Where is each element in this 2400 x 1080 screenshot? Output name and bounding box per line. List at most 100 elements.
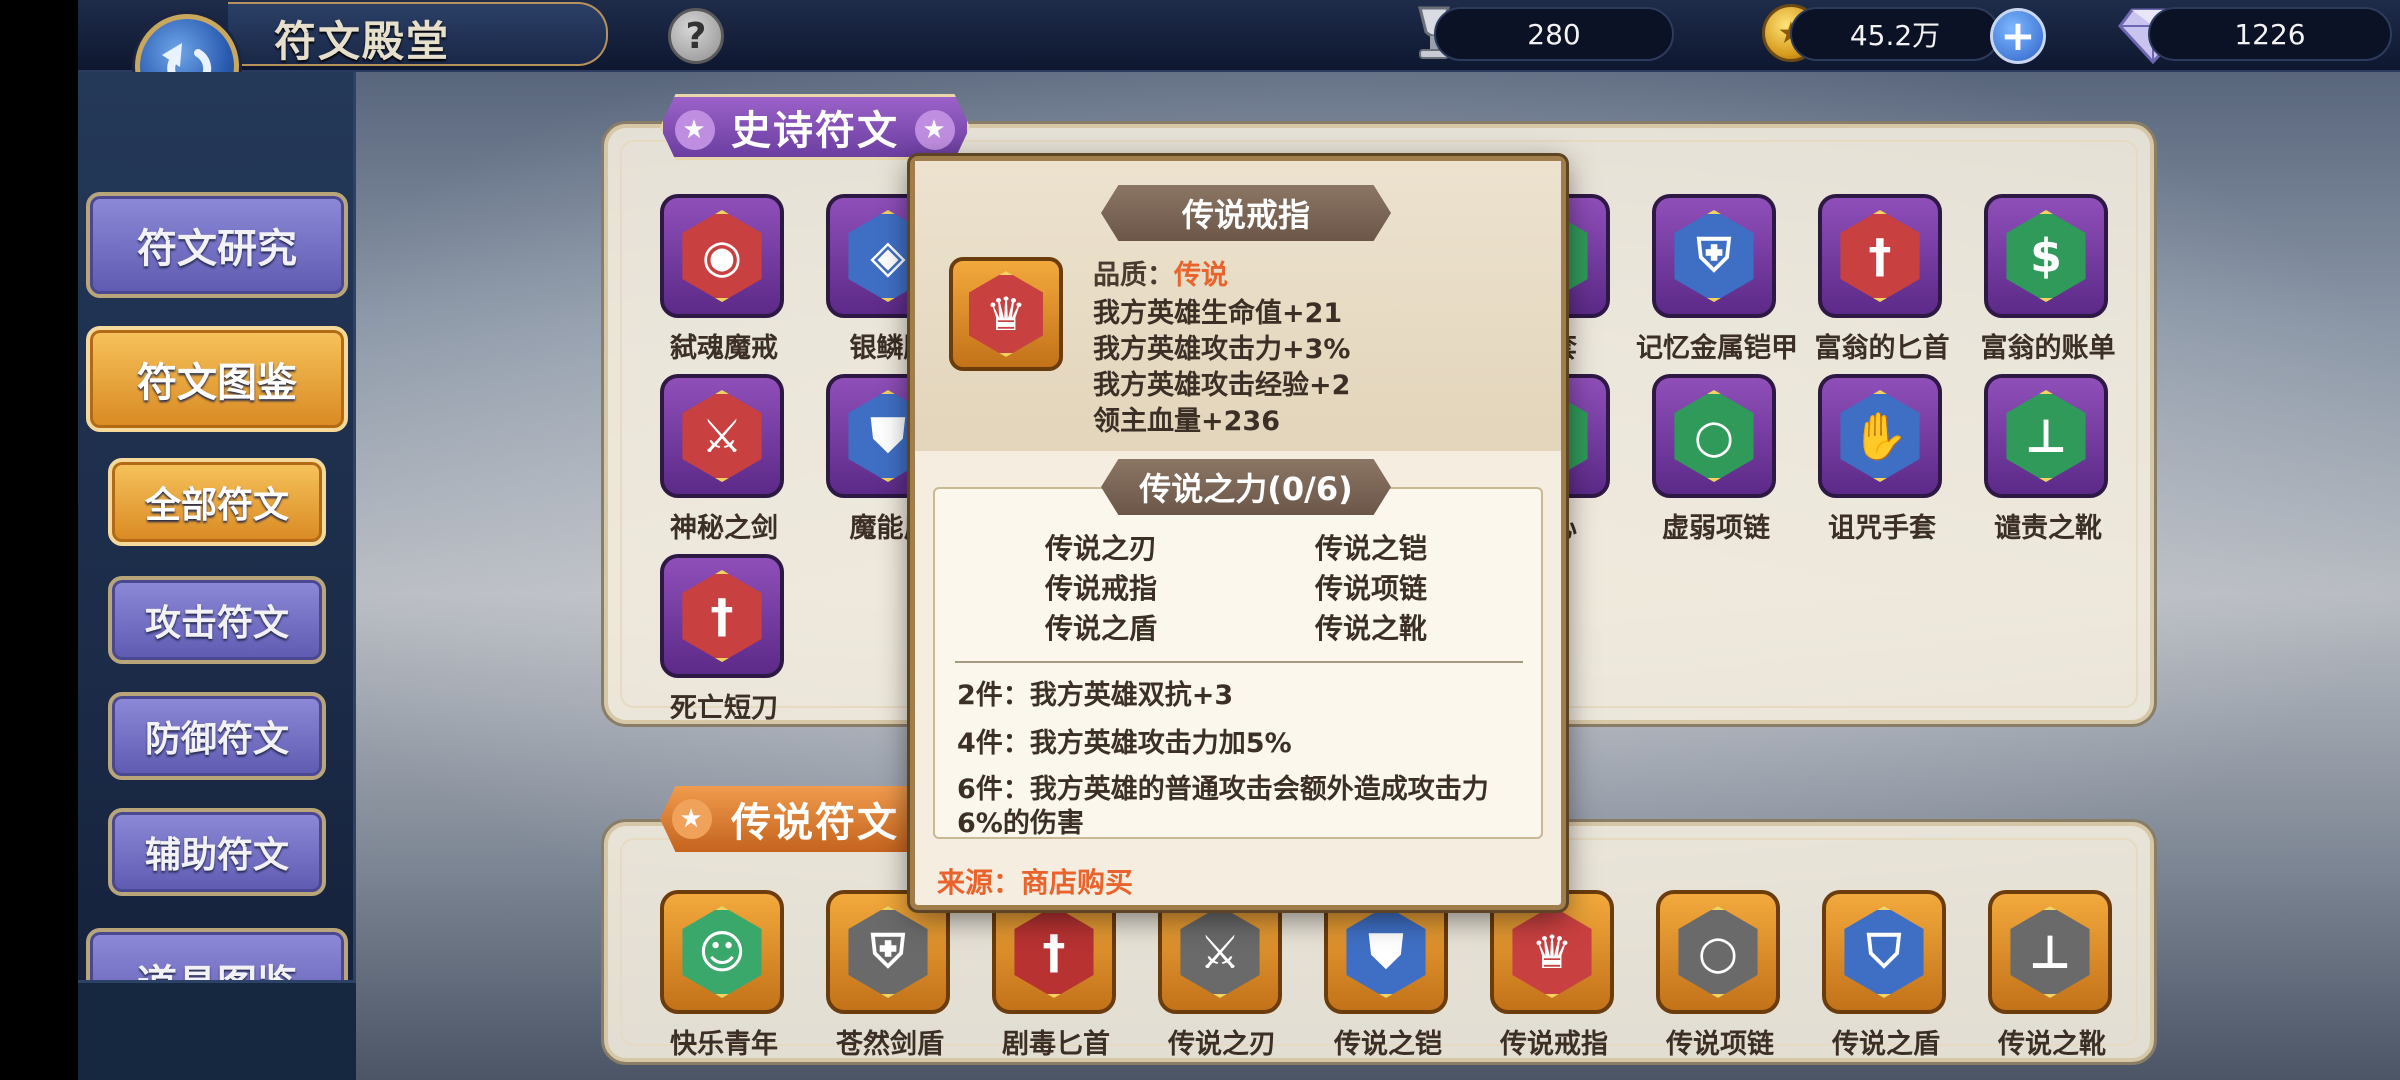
rune-cell[interactable]: ☺ 快乐青年 [644, 890, 784, 1070]
rune-icon-frame: ⊥ [1984, 374, 2108, 498]
rune-cell[interactable]: ✋ 诅咒手套 [1802, 374, 1942, 554]
rune-cell[interactable]: † 富翁的匕首 [1802, 194, 1950, 374]
game-screen: 符文殿堂 ? 280 ★ 45.2万 + 1226 [0, 0, 2400, 1080]
rune-cell[interactable]: ⛨ 记忆金属铠甲 [1636, 194, 1798, 374]
set-piece: 传说项链 [1315, 572, 1428, 605]
glove-icon: ✋ [1840, 390, 1920, 482]
set-piece: 传说之盾 [1045, 612, 1158, 645]
star-icon: ★ [915, 110, 955, 150]
set-piece: 传说戒指 [1045, 572, 1158, 605]
necklace-icon: ○ [1674, 390, 1754, 482]
gem-value: 1226 [2234, 17, 2306, 51]
left-letterbox [0, 0, 78, 1080]
rune-cell[interactable]: † 剧毒匕首 [976, 890, 1116, 1070]
sidebar-item-defense-runes[interactable]: 防御符文 [108, 692, 326, 780]
rune-label: 传说之盾 [1832, 1029, 1940, 1060]
rune-label: 传说之铠 [1334, 1029, 1442, 1060]
sidebar-footer [78, 980, 356, 1080]
rune-cell[interactable]: ⊥ 传说之靴 [1972, 890, 2112, 1070]
rune-icon-frame: $ [1984, 194, 2108, 318]
crown-ring-icon: ♛ [1512, 906, 1592, 998]
top-bar: 符文殿堂 ? 280 ★ 45.2万 + 1226 [78, 0, 2400, 72]
rune-icon-frame: ✋ [1818, 374, 1942, 498]
sidebar-item-attack-runes[interactable]: 攻击符文 [108, 576, 326, 664]
sidebar-item-support-runes[interactable]: 辅助符文 [108, 808, 326, 896]
rune-detail-tooltip: 传说戒指 ♛ 品质：传说 我方英雄生命值+21 我方英雄攻击力+3% 我方英雄攻… [910, 156, 1566, 910]
gem-counter: 1226 [2148, 7, 2392, 61]
help-button[interactable]: ? [668, 8, 724, 64]
helmet-icon: ⛨ [848, 906, 928, 998]
rune-label: 传说之靴 [1998, 1029, 2106, 1060]
star-icon: ★ [675, 110, 715, 150]
rune-cell[interactable]: ⚔ 传说之刃 [1142, 890, 1282, 1070]
sidebar: 符文研究 符文图鉴 全部符文 攻击符文 防御符文 辅助符文 道具图鉴 [78, 72, 356, 1080]
rune-label: 富翁的账单 [1980, 333, 2116, 364]
rune-label: 记忆金属铠甲 [1636, 333, 1798, 364]
set-bonus-line: 6件：我方英雄的普通攻击会额外造成攻击力6%的伤害 [957, 774, 1489, 839]
gold-counter: 45.2万 [1790, 7, 2000, 61]
set-piece: 传说之铠 [1315, 532, 1428, 565]
quality-row: 品质：传说 [1093, 253, 1228, 292]
trophy-value: 280 [1527, 17, 1581, 51]
sword-icon: ⚔ [682, 390, 762, 482]
rune-icon-frame: ◉ [660, 194, 784, 318]
gold-value: 45.2万 [1849, 19, 1941, 52]
add-gold-button[interactable]: + [1990, 8, 2046, 64]
rune-icon-frame: ⛉ [1822, 890, 1946, 1014]
epic-runes-banner: ★ 史诗符文 ★ [660, 94, 970, 160]
armor-icon: ⛊ [1346, 906, 1426, 998]
rune-label: 传说项链 [1666, 1029, 1774, 1060]
rune-label: 诅咒手套 [1828, 513, 1936, 544]
rune-label: 神秘之剑 [670, 513, 778, 544]
boot-icon: ⊥ [2010, 906, 2090, 998]
tooltip-rune-icon: ♛ [949, 257, 1063, 371]
legend-runes-title: 传说符文 [731, 800, 899, 846]
boot-icon: ⊥ [2006, 390, 2086, 482]
stat-line: 我方英雄攻击力+3% [1093, 334, 1351, 365]
rune-label: 剧毒匕首 [1002, 1029, 1110, 1060]
rune-cell[interactable]: † 死亡短刀 [644, 554, 784, 734]
rune-icon-frame: ○ [1656, 890, 1780, 1014]
page-title: 符文殿堂 [274, 17, 451, 66]
set-bonus-line: 2件：我方英雄双抗+3 [957, 680, 1234, 711]
tooltip-title: 传说戒指 [1101, 185, 1391, 241]
rune-cell[interactable]: ◉ 弑魂魔戒 [644, 194, 784, 374]
armor-icon: ⛨ [1674, 210, 1754, 302]
rune-icon-frame: † [660, 554, 784, 678]
rune-label: 苍然剑盾 [836, 1029, 944, 1060]
sidebar-item-all-runes[interactable]: 全部符文 [108, 458, 326, 546]
rune-label: 传说之刃 [1168, 1029, 1276, 1060]
stat-line: 领主血量+236 [1093, 406, 1280, 437]
rune-icon-frame: ⊥ [1988, 890, 2112, 1014]
rune-icon-frame: † [1818, 194, 1942, 318]
necklace-icon: ○ [1678, 906, 1758, 998]
rune-cell[interactable]: ⛊ 传说之铠 [1308, 890, 1448, 1070]
rune-icon-frame: ⛨ [1652, 194, 1776, 318]
set-bonus-line: 4件：我方英雄攻击力加5% [957, 728, 1292, 759]
rune-cell[interactable]: ⊥ 谴责之靴 [1968, 374, 2108, 554]
stat-line: 我方英雄生命值+21 [1093, 298, 1343, 329]
rune-label: 虚弱项链 [1662, 513, 1770, 544]
rune-label: 传说戒指 [1500, 1029, 1608, 1060]
rune-cell[interactable]: ⛨ 苍然剑盾 [810, 890, 950, 1070]
rune-cell[interactable]: $ 富翁的账单 [1968, 194, 2116, 374]
rune-icon-frame: ○ [1652, 374, 1776, 498]
rune-cell[interactable]: ⚔ 神秘之剑 [644, 374, 784, 554]
divider [955, 661, 1523, 663]
rune-label: 快乐青年 [670, 1029, 778, 1060]
source-text: 来源：商店购买 [937, 866, 1134, 899]
rune-cell[interactable]: ⛉ 传说之盾 [1806, 890, 1946, 1070]
smiley-icon: ☺ [682, 906, 762, 998]
dagger-icon: † [1840, 210, 1920, 302]
rune-label: 死亡短刀 [670, 693, 778, 724]
epic-runes-title: 史诗符文 [731, 108, 899, 154]
sidebar-item-rune-codex[interactable]: 符文图鉴 [86, 326, 348, 432]
shield-icon: ⛉ [1844, 906, 1924, 998]
sidebar-item-rune-research[interactable]: 符文研究 [86, 192, 348, 298]
stat-line: 我方英雄攻击经验+2 [1093, 370, 1351, 401]
set-title: 传说之力(0/6) [1101, 459, 1391, 515]
rune-cell[interactable]: ○ 虚弱项链 [1636, 374, 1776, 554]
rune-cell[interactable]: ○ 传说项链 [1640, 890, 1780, 1070]
rune-cell[interactable]: ♛ 传说戒指 [1474, 890, 1614, 1070]
rune-label: 弑魂魔戒 [670, 333, 778, 364]
